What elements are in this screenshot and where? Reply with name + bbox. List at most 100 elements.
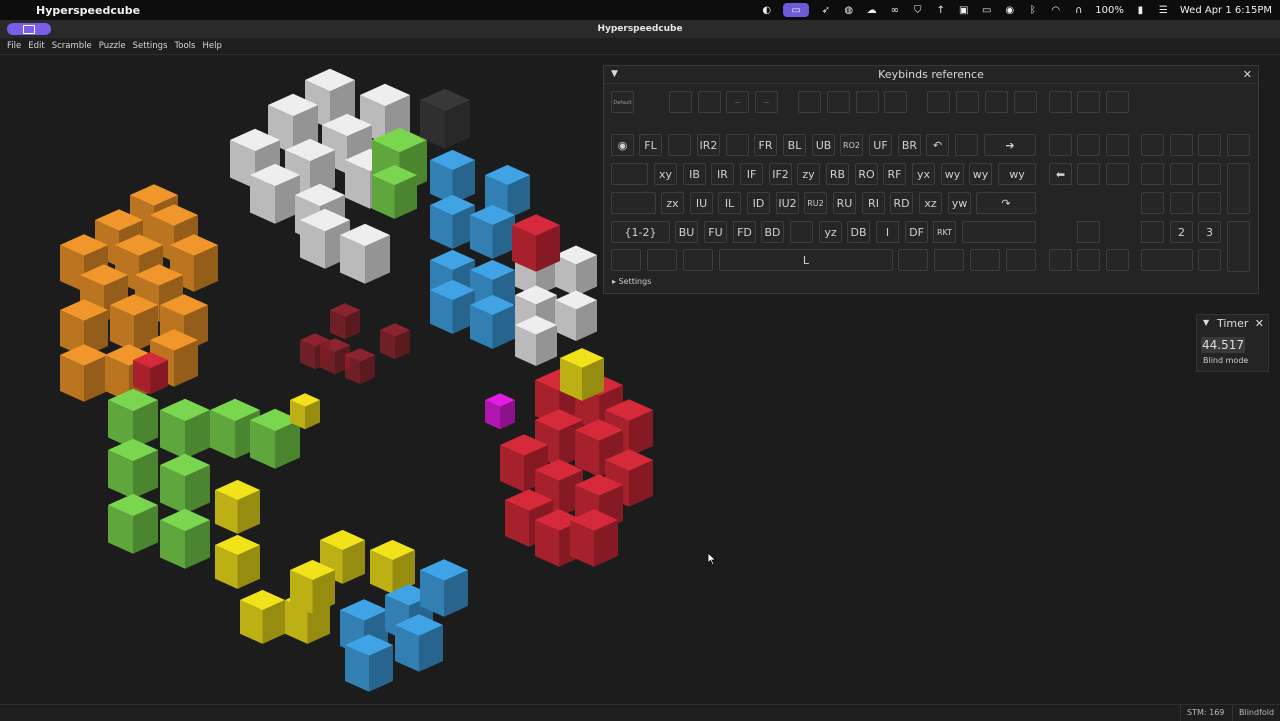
shield-icon[interactable]: ⛉ (911, 4, 924, 16)
puzzle-piece[interactable] (395, 614, 443, 672)
puzzle-piece[interactable] (380, 323, 410, 360)
key-4[interactable] (726, 134, 749, 156)
key-numadd[interactable] (1227, 163, 1250, 214)
window-control-button[interactable] (7, 23, 51, 35)
menu-help[interactable]: Help (199, 41, 225, 51)
key-l[interactable]: RD (890, 192, 913, 214)
key-f6[interactable] (827, 91, 850, 113)
menu-edit[interactable]: Edit (25, 41, 48, 51)
puzzle-piece[interactable] (160, 398, 210, 459)
key-capslock[interactable] (611, 192, 656, 214)
key-f12[interactable] (1014, 91, 1037, 113)
puzzle-piece[interactable] (372, 164, 417, 219)
key-u[interactable]: RB (826, 163, 849, 185)
key-enter[interactable]: ↷ (976, 192, 1036, 214)
puzzle-piece[interactable] (555, 290, 597, 341)
key-r[interactable]: IF (740, 163, 763, 185)
puzzle-piece[interactable] (570, 509, 618, 567)
battery-icon[interactable]: ▮ (1134, 4, 1147, 16)
menu-tools[interactable]: Tools (172, 41, 200, 51)
key-num0[interactable] (1141, 249, 1193, 271)
key-minus[interactable]: ↶ (926, 134, 949, 156)
puzzle-piece[interactable] (60, 344, 108, 402)
globe-icon[interactable]: ◍ (842, 4, 855, 16)
wifi-icon[interactable]: ◠ (1049, 4, 1062, 16)
key-ralt[interactable] (898, 249, 928, 271)
key-comma[interactable]: I (876, 221, 899, 243)
key-num5[interactable] (1170, 192, 1193, 214)
puzzle-piece[interactable] (133, 352, 168, 395)
os-app-name[interactable]: Hyperspeedcube (36, 4, 140, 17)
puzzle-piece[interactable] (512, 214, 560, 272)
puzzle-piece[interactable] (485, 393, 515, 430)
key-escape[interactable]: Default (611, 91, 634, 113)
puzzle-piece[interactable] (240, 589, 285, 644)
key-num8[interactable] (1170, 163, 1193, 185)
key-menu[interactable] (970, 249, 1000, 271)
key-tab[interactable] (611, 163, 648, 185)
key-m[interactable]: DB (847, 221, 870, 243)
key-eye[interactable]: ◉ (611, 134, 634, 156)
key-f4[interactable]: — (755, 91, 778, 113)
puzzle-piece[interactable] (420, 559, 468, 617)
key-printscreen[interactable] (1049, 91, 1072, 113)
status-icon[interactable]: ◐ (760, 4, 773, 16)
menu-file[interactable]: File (4, 41, 25, 51)
key-g[interactable]: IU2 (776, 192, 799, 214)
key-num6[interactable] (1198, 192, 1221, 214)
puzzle-piece[interactable] (160, 453, 210, 514)
puzzle-piece[interactable] (330, 303, 360, 340)
key-9[interactable]: UF (869, 134, 892, 156)
puzzle-piece[interactable] (430, 194, 475, 249)
key-period[interactable]: DF (905, 221, 928, 243)
key-6[interactable]: BL (783, 134, 806, 156)
key-lsuper[interactable] (647, 249, 677, 271)
key-arrow-left[interactable] (1049, 249, 1072, 271)
key-o[interactable]: RF (883, 163, 906, 185)
key-backslash[interactable]: wy (998, 163, 1036, 185)
rocket-icon[interactable]: ➶ (819, 4, 832, 16)
puzzle-piece[interactable] (108, 438, 158, 499)
key-n[interactable]: yz (819, 221, 842, 243)
key-e[interactable]: IR (711, 163, 734, 185)
key-scrolllock[interactable] (1077, 91, 1100, 113)
collapse-icon[interactable]: ▼ (611, 66, 618, 83)
puzzle-piece[interactable] (215, 479, 260, 534)
bluetooth-icon[interactable]: ᛒ (1026, 4, 1039, 16)
key-pagedown[interactable] (1106, 163, 1129, 185)
puzzle-piece[interactable] (290, 559, 335, 614)
key-numsub[interactable] (1227, 134, 1250, 156)
key-rctrl[interactable] (1006, 249, 1036, 271)
puzzle-piece[interactable] (215, 534, 260, 589)
key-f1[interactable] (669, 91, 692, 113)
key-rbracket[interactable]: wy (969, 163, 992, 185)
key-backspace[interactable]: ➔ (984, 134, 1036, 156)
key-arrow-down[interactable] (1077, 249, 1100, 271)
key-v[interactable]: BD (761, 221, 784, 243)
headphones-icon[interactable]: ∩ (1072, 4, 1085, 16)
key-quote[interactable]: yw (948, 192, 971, 214)
key-y[interactable]: zy (797, 163, 820, 185)
key-7[interactable]: UB (812, 134, 835, 156)
key-s[interactable]: IU (690, 192, 713, 214)
key-f8[interactable] (884, 91, 907, 113)
key-0[interactable]: BR (898, 134, 921, 156)
key-q[interactable]: xy (654, 163, 677, 185)
key-p[interactable]: yx (912, 163, 935, 185)
key-lbracket[interactable]: wy (941, 163, 964, 185)
puzzle-piece[interactable] (470, 204, 515, 259)
puzzle-piece[interactable] (160, 508, 210, 569)
key-5[interactable]: FR (754, 134, 777, 156)
puzzle-piece[interactable] (300, 333, 330, 370)
key-f2[interactable] (698, 91, 721, 113)
key-8[interactable]: RO2 (840, 134, 863, 156)
user-icon[interactable]: ◉ (1003, 4, 1016, 16)
collapse-icon[interactable]: ▼ (1203, 318, 1209, 327)
puzzle-piece[interactable] (250, 163, 300, 224)
close-icon[interactable]: ✕ (1255, 317, 1264, 330)
key-f5[interactable] (798, 91, 821, 113)
key-z[interactable]: BU (675, 221, 698, 243)
key-f[interactable]: ID (747, 192, 770, 214)
key-pause[interactable] (1106, 91, 1129, 113)
key-numdot[interactable] (1198, 249, 1221, 271)
